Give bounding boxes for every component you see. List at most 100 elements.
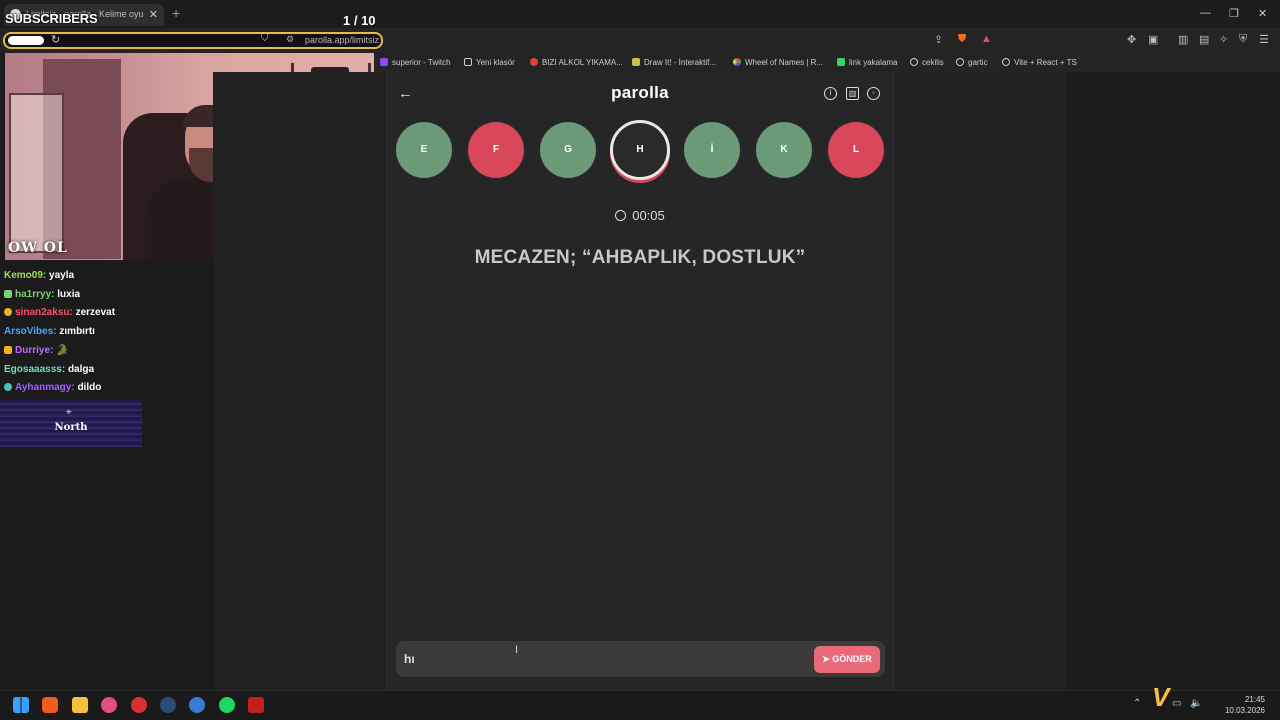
- chat-message: Kemo09: yayla: [4, 270, 75, 281]
- letter-circle: E: [396, 122, 452, 178]
- windows-start-icon[interactable]: [13, 697, 29, 713]
- tray-chevron-icon[interactable]: ⌃: [1133, 698, 1141, 709]
- steam-icon[interactable]: [160, 697, 176, 713]
- vip-badge-icon: [4, 346, 12, 354]
- restore-icon[interactable]: ❐: [1229, 7, 1239, 20]
- brave-shield-icon[interactable]: ⛊: [958, 33, 966, 46]
- channel-logo: OW OL: [8, 240, 68, 256]
- letter-circle: L: [828, 122, 884, 178]
- chat-text: zımbırtı: [59, 326, 95, 337]
- sub-badge-icon: [4, 383, 12, 391]
- bookmark-item[interactable]: superior - Twitch: [380, 58, 451, 67]
- page-right-margin: [1066, 72, 1280, 690]
- streamer-v-logo-icon: V: [1152, 682, 1170, 712]
- draw-it-icon: [632, 58, 640, 66]
- chat-message: Ayhanmagy: dildo: [4, 382, 101, 393]
- file-explorer-icon[interactable]: [72, 697, 88, 713]
- leo-ai-icon[interactable]: ✧: [1219, 33, 1228, 46]
- chat-username: Durriye: [15, 345, 51, 356]
- brave-rewards-icon[interactable]: ▲: [981, 33, 992, 45]
- chat-message: Durriye: 🐊: [4, 345, 69, 356]
- chat-text: dildo: [77, 382, 102, 393]
- play-icon: [837, 58, 845, 66]
- chat-username: sinan2aksu: [15, 307, 70, 318]
- address-bar[interactable]: ↻ ⛉ ⚙ parolla.app/limitsiz: [3, 32, 383, 49]
- bookmark-item[interactable]: Draw It! - İnteraktif...: [632, 58, 716, 67]
- send-label: GÖNDER: [832, 654, 872, 664]
- clue-text: MECAZEN; “AHBAPLIK, DOSTLUK”: [474, 247, 806, 268]
- taskbar-clock[interactable]: 21:45 10.03.2026: [1205, 694, 1265, 716]
- share-icon[interactable]: ⇪: [934, 33, 943, 46]
- sidebar-icon[interactable]: ▥: [1178, 33, 1188, 46]
- chat-message: sinan2aksu: zerzevat: [4, 307, 115, 318]
- chat-username: Kemo09: [4, 270, 43, 281]
- site-settings-icon[interactable]: ⚙: [286, 34, 294, 45]
- answer-input[interactable]: [404, 650, 804, 668]
- vpn-icon[interactable]: ⛨: [1239, 33, 1247, 46]
- bookmark-item[interactable]: gartic: [956, 58, 988, 67]
- info-icon[interactable]: i: [824, 87, 837, 100]
- chat-text: 🐊: [56, 345, 69, 356]
- chat-message: ArsoVibes: zımbırtı: [4, 326, 95, 337]
- north-emblem-icon: ⌖: [66, 407, 72, 418]
- volume-icon[interactable]: 🔈: [1190, 698, 1202, 709]
- bookmark-item[interactable]: link yakalama: [837, 58, 897, 67]
- spotify-icon[interactable]: [219, 697, 235, 713]
- chat-text: zerzevat: [75, 307, 116, 318]
- back-button-pill[interactable]: [8, 36, 44, 45]
- profile-icon[interactable]: ◦: [867, 87, 880, 100]
- folder-icon: [464, 58, 472, 66]
- chat-text: dalga: [67, 364, 95, 375]
- chat-username: ArsoVibes: [4, 326, 54, 337]
- menu-icon[interactable]: ☰: [1259, 33, 1269, 46]
- network-icon[interactable]: ▭: [1172, 698, 1181, 709]
- url-text[interactable]: parolla.app/limitsiz: [305, 35, 379, 45]
- letter-circle: İ: [684, 122, 740, 178]
- globe-icon: [1002, 58, 1010, 66]
- new-tab-icon[interactable]: +: [172, 5, 180, 21]
- clock-icon: [615, 210, 627, 221]
- north-banner: ⌖ North: [0, 400, 142, 447]
- chat-username: Egosaaasss: [4, 364, 62, 375]
- extensions-icon[interactable]: ✥: [1127, 33, 1136, 46]
- tab-groups-icon[interactable]: ▣: [1148, 33, 1158, 46]
- subscribers-overlay-label: SUBSCRIBERS: [5, 11, 98, 26]
- chat-username: Ayhanmagy: [15, 382, 72, 393]
- wallet-icon[interactable]: ▤: [1199, 33, 1209, 46]
- send-button[interactable]: ➤ GÖNDER: [814, 646, 880, 673]
- subscriber-counter: 1 / 10: [343, 13, 376, 28]
- recorder-icon[interactable]: [131, 697, 147, 713]
- chat-message: ha1rryy: luxia: [4, 289, 80, 300]
- bookmark-item[interactable]: Wheel of Names | R...: [733, 58, 823, 67]
- globe-icon: [910, 58, 918, 66]
- globe-icon: [956, 58, 964, 66]
- site-icon: [530, 58, 538, 66]
- reload-icon[interactable]: ↻: [51, 33, 60, 46]
- timer-value: 00:05: [632, 208, 665, 223]
- bookmarks-bar: superior - Twitch Yeni klasör BIZI ALKOL…: [374, 54, 1280, 72]
- brave-browser-icon[interactable]: [42, 697, 58, 713]
- minimize-icon[interactable]: —: [1200, 7, 1211, 19]
- voicemeeter-icon[interactable]: [248, 697, 264, 713]
- close-window-icon[interactable]: ✕: [1258, 7, 1267, 20]
- chat-text: luxia: [57, 289, 81, 300]
- bookmark-icon[interactable]: ⛉: [261, 33, 269, 44]
- back-arrow-icon[interactable]: ←: [398, 85, 413, 102]
- bookmark-folder[interactable]: Yeni klasör: [464, 58, 515, 67]
- wheel-icon: [733, 58, 741, 66]
- bookmark-item[interactable]: Vite + React + TS: [1002, 58, 1077, 67]
- stats-icon[interactable]: ▥: [846, 87, 859, 100]
- text-cursor-icon: I: [515, 644, 519, 656]
- bookmark-item[interactable]: BIZI ALKOL YIKAMA...: [530, 58, 623, 67]
- twitch-icon: [380, 58, 388, 66]
- close-tab-icon[interactable]: ✕: [149, 8, 158, 21]
- timer: 00:05: [560, 208, 720, 223]
- letter-circle: F: [468, 122, 524, 178]
- chat-text: yayla: [49, 270, 75, 281]
- gift-badge-icon: [4, 290, 12, 298]
- game-title: parolla: [611, 83, 669, 102]
- maps-pin-icon[interactable]: [101, 697, 117, 713]
- app-icon[interactable]: [189, 697, 205, 713]
- bookmark-item[interactable]: cekilis: [910, 58, 944, 67]
- north-label: North: [54, 422, 88, 433]
